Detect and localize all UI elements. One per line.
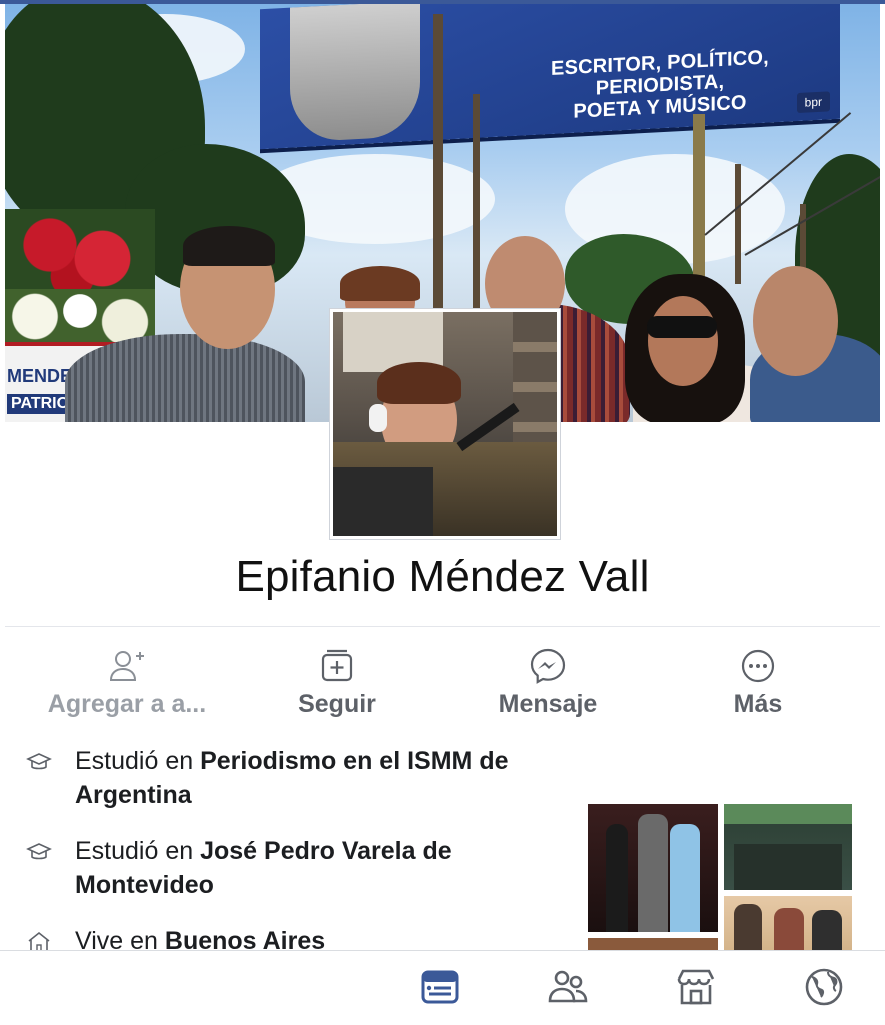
billboard: ESCRITOR, POLÍTICO, PERIODISTA, POETA Y … — [260, 4, 840, 150]
banner — [724, 804, 852, 824]
banner-text-2: PATRIO — [7, 394, 74, 414]
utility-pole — [433, 14, 443, 314]
person-hair — [340, 266, 420, 301]
nav-friends[interactable] — [544, 963, 592, 1011]
more-button[interactable]: Más — [653, 640, 863, 730]
billboard-brand: bpr — [796, 91, 830, 114]
photo-grid — [588, 804, 852, 952]
profile-picture[interactable] — [330, 309, 560, 539]
crowd — [734, 844, 842, 890]
nav-marketplace[interactable] — [672, 963, 720, 1011]
more-icon — [741, 649, 775, 683]
headphones — [369, 404, 387, 432]
photo-thumbnail[interactable] — [724, 804, 852, 890]
figure — [774, 908, 804, 952]
billboard-text: ESCRITOR, POLÍTICO, PERIODISTA, POETA Y … — [500, 44, 820, 127]
person-head — [753, 266, 838, 376]
intro-education-1-text: Estudió en Periodismo en el ISMM de Arge… — [75, 744, 555, 812]
intro-education-2-text: Estudió en José Pedro Varela de Montevid… — [75, 834, 555, 902]
person-head — [648, 296, 718, 386]
nav-news-feed[interactable] — [416, 963, 464, 1011]
utility-pole — [473, 94, 480, 314]
marketplace-icon — [677, 969, 715, 1005]
photo-thumbnail[interactable] — [724, 896, 852, 952]
graduation-cap-icon — [26, 843, 52, 860]
figure — [606, 824, 628, 932]
globe-icon — [805, 968, 843, 1006]
friends-icon — [548, 970, 588, 1003]
message-label: Mensaje — [498, 690, 598, 718]
messenger-icon — [530, 648, 566, 684]
billboard-pole — [693, 114, 705, 294]
bottom-navigation — [0, 950, 885, 1025]
figure — [670, 824, 700, 932]
photo-thumbnail[interactable] — [588, 804, 718, 932]
billboard-portrait — [290, 4, 420, 143]
add-friend-label: Agregar a a... — [47, 690, 207, 718]
profile-photo — [333, 312, 557, 536]
red-flowers — [5, 209, 155, 299]
person-body — [65, 334, 305, 422]
intro-prefix: Estudió en — [75, 747, 201, 775]
figure — [812, 910, 842, 952]
add-friend-icon — [109, 651, 144, 681]
follow-label: Seguir — [298, 690, 376, 718]
nav-globe[interactable] — [800, 963, 848, 1011]
shelf — [513, 312, 557, 462]
person-hair — [183, 226, 275, 266]
white-flowers — [5, 289, 155, 344]
intro-prefix: Estudió en — [75, 837, 201, 865]
utility-pole — [735, 164, 741, 284]
hair — [377, 362, 461, 404]
news-feed-icon — [421, 970, 459, 1004]
graduation-cap-icon — [26, 753, 52, 770]
follow-icon — [321, 649, 353, 682]
add-friend-button[interactable]: Agregar a a... — [22, 640, 232, 730]
figure — [638, 814, 668, 932]
sunglasses — [647, 316, 717, 338]
more-label: Más — [733, 690, 783, 718]
profile-actions: Agregar a a... Seguir Mensaje Más — [0, 640, 885, 730]
figure — [734, 904, 762, 952]
follow-button[interactable]: Seguir — [232, 640, 442, 730]
divider — [5, 626, 880, 627]
profile-name: Epifanio Méndez Vall — [235, 552, 650, 601]
monitor — [333, 467, 433, 536]
message-button[interactable]: Mensaje — [443, 640, 653, 730]
